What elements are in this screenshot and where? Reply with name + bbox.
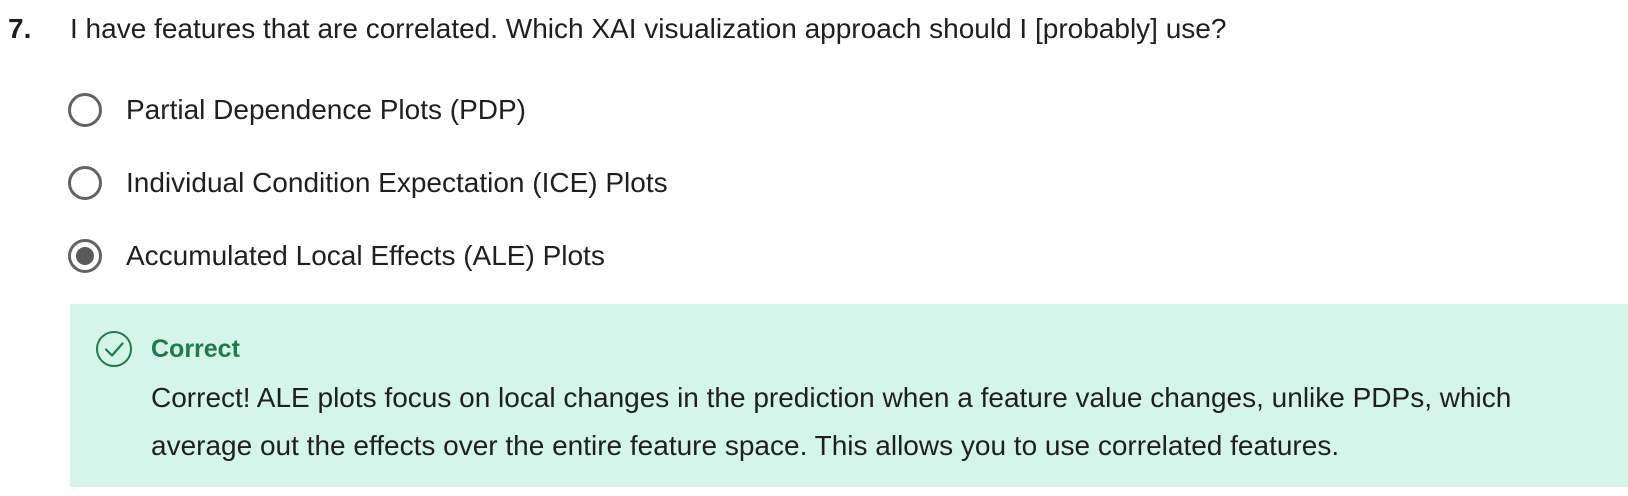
feedback-status: Correct [151,335,240,363]
radio-selected-dot [76,247,94,265]
radio-button-unselected[interactable] [68,166,102,200]
radio-button-unselected[interactable] [68,93,102,127]
answer-option-label: Individual Condition Expectation (ICE) P… [126,167,668,198]
radio-button-selected[interactable] [68,239,102,273]
answer-option-ice[interactable]: Individual Condition Expectation (ICE) P… [68,161,668,205]
quiz-question: 7. I have features that are correlated. … [0,0,1628,496]
answer-option-ale[interactable]: Accumulated Local Effects (ALE) Plots [68,234,605,278]
check-circle-icon [96,331,132,367]
answer-option-label: Partial Dependence Plots (PDP) [126,94,526,125]
question-text: I have features that are correlated. Whi… [70,13,1227,44]
answer-option-pdp[interactable]: Partial Dependence Plots (PDP) [68,88,526,132]
answer-option-label: Accumulated Local Effects (ALE) Plots [126,240,605,271]
feedback-panel: Correct Correct! ALE plots focus on loca… [70,304,1628,487]
feedback-message: Correct! ALE plots focus on local change… [151,382,1512,461]
question-number: 7. [8,13,32,44]
